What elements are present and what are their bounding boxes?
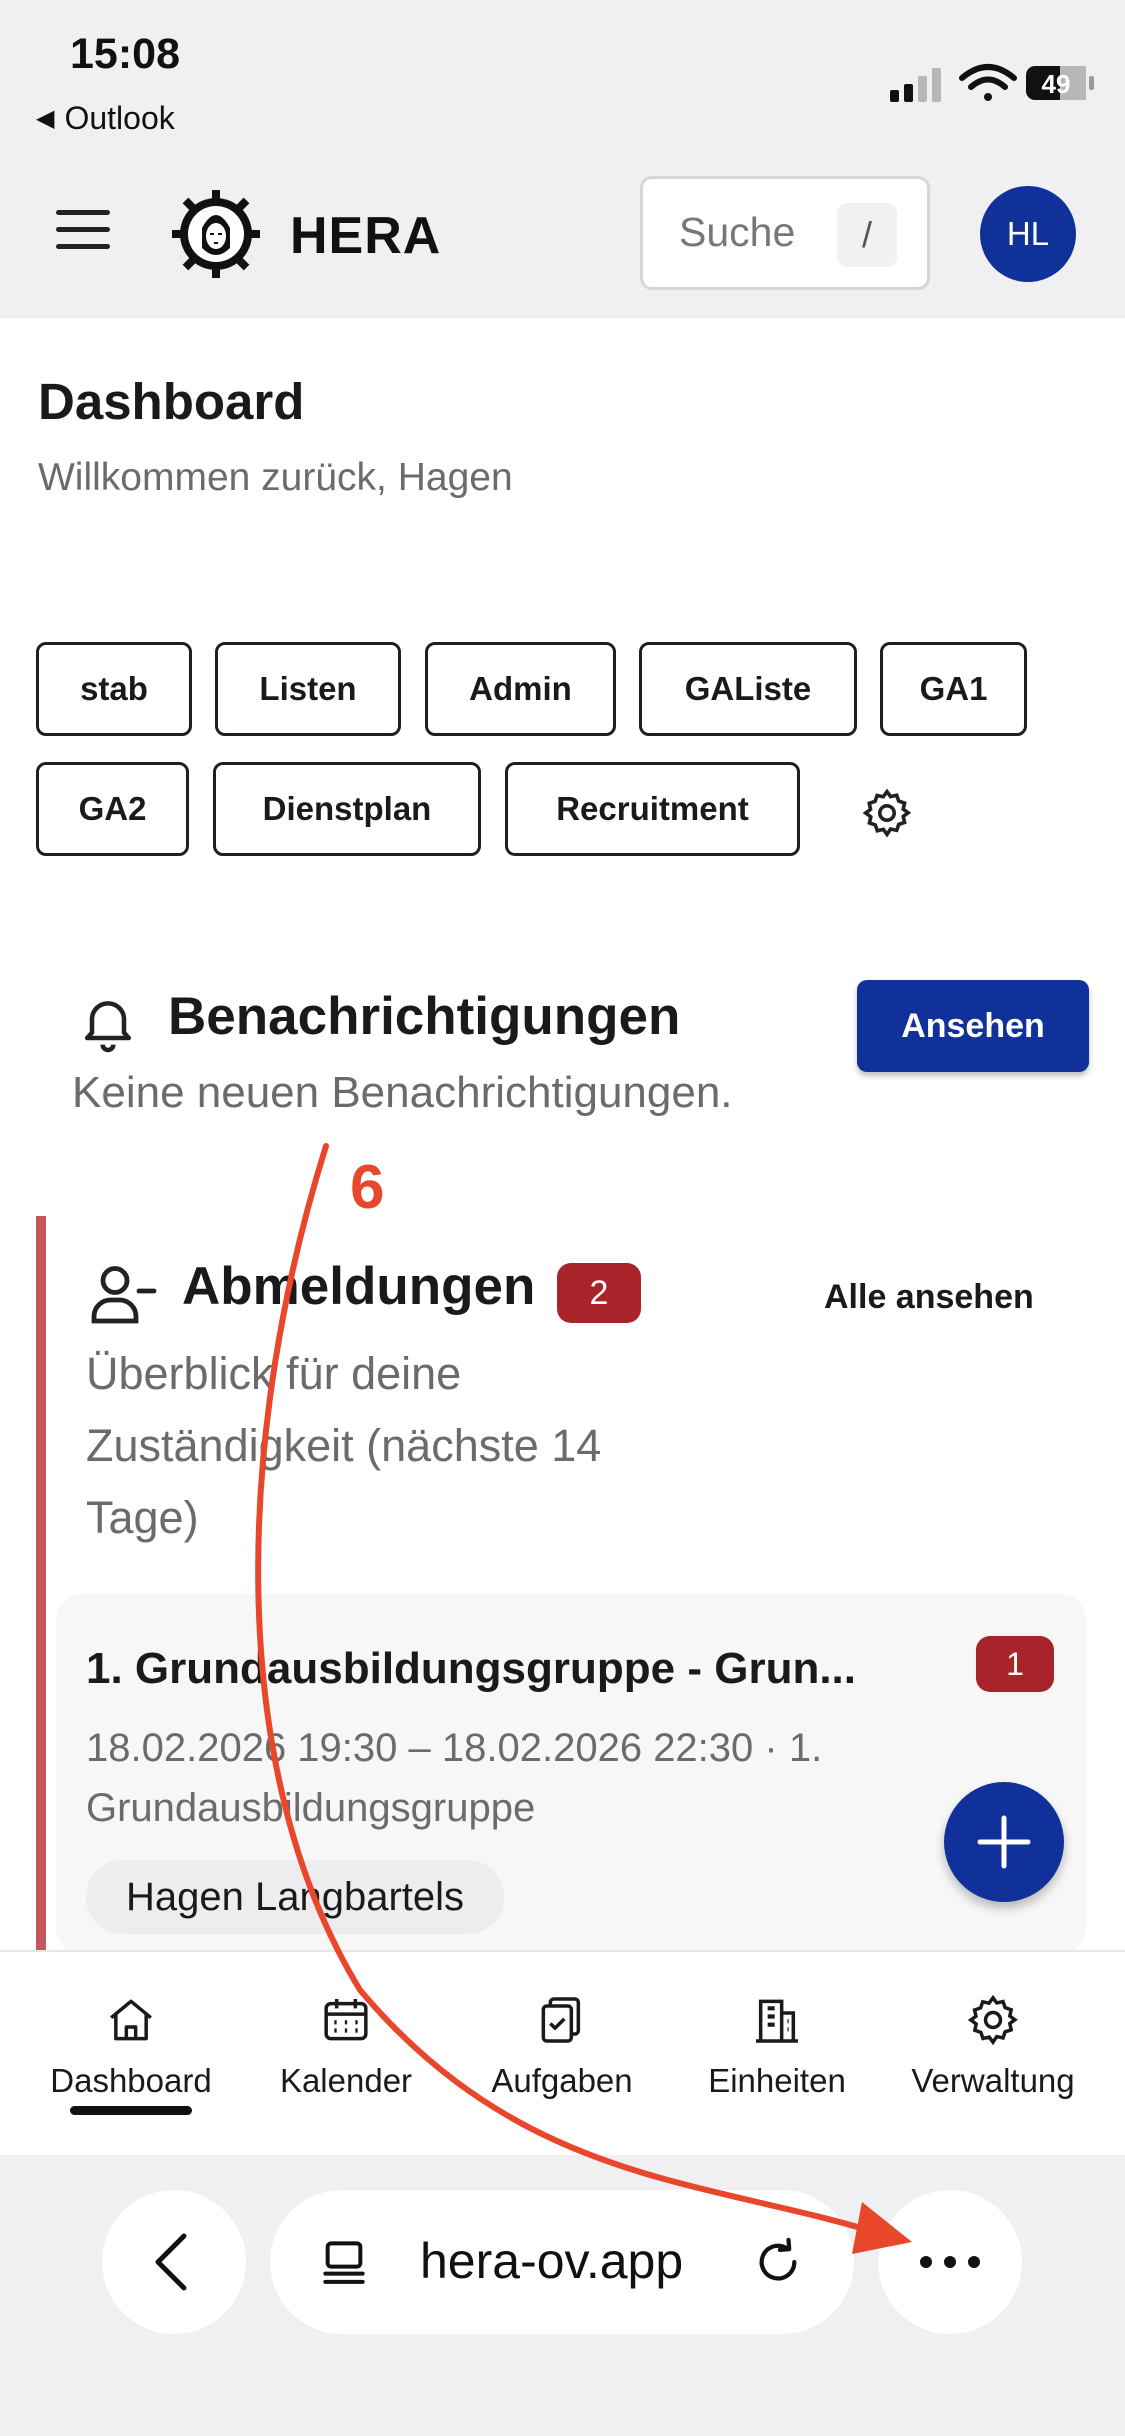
nav-label-verwaltung: Verwaltung xyxy=(911,2062,1075,2099)
nav-item-dashboard[interactable]: Dashboard xyxy=(31,1992,231,2100)
nav-label-kalender: Kalender xyxy=(279,2062,413,2099)
active-tab-indicator xyxy=(70,2106,192,2115)
back-to-app-link[interactable]: ◀ Outlook xyxy=(36,100,175,137)
notifications-empty-text: Keine neuen Benachrichtigungen. xyxy=(72,1068,733,1117)
chip-ga1[interactable]: GA1 xyxy=(880,642,1027,736)
battery-level: 49 xyxy=(1042,69,1071,99)
chip-admin[interactable]: Admin xyxy=(425,642,616,736)
status-time: 15:08 xyxy=(70,30,180,78)
page-menu-icon xyxy=(323,2241,365,2284)
back-app-label: Outlook xyxy=(64,100,175,136)
browser-toolbar: hera-ov.app xyxy=(0,2155,1125,2436)
chip-galiste[interactable]: GAListe xyxy=(639,642,857,736)
back-triangle-icon: ◀ xyxy=(36,105,55,132)
chips-settings-gear-icon[interactable] xyxy=(860,786,914,840)
app-header: 15:08 ◀ Outlook 49 HERA Suche / HL xyxy=(0,0,1125,318)
notifications-title: Benachrichtigungen xyxy=(168,987,681,1046)
nav-label-aufgaben: Aufgaben xyxy=(491,2062,633,2099)
bell-icon xyxy=(84,1001,132,1053)
chip-listen[interactable]: Listen xyxy=(215,642,401,736)
absence-card-title: 1. Grundausbildungsgruppe - Grun... xyxy=(86,1644,856,1693)
nav-item-verwaltung[interactable]: Verwaltung xyxy=(893,1992,1093,2100)
calendar-icon xyxy=(324,1999,368,2041)
annotation-step-number: 6 xyxy=(350,1153,385,1222)
nav-label-einheiten: Einheiten xyxy=(708,2062,846,2099)
battery-icon: 49 xyxy=(1026,66,1094,100)
search-box[interactable]: Suche / xyxy=(640,176,930,290)
search-shortcut-key: / xyxy=(837,203,897,267)
bottom-navigation: Dashboard Kalender Aufgaben Einheiten Ve… xyxy=(0,1950,1125,2157)
reload-icon[interactable] xyxy=(750,2234,806,2290)
absence-person-chip[interactable]: Hagen Langbartels xyxy=(86,1860,505,1934)
view-notifications-button[interactable]: Ansehen xyxy=(857,980,1089,1072)
absence-card-badge: 1 xyxy=(976,1636,1054,1692)
browser-url-text: hera-ov.app xyxy=(420,2233,684,2289)
absences-description: Überblick für deine Zuständigkeit (nächs… xyxy=(86,1348,602,1543)
status-icons: 49 xyxy=(890,64,1094,102)
nav-item-einheiten[interactable]: Einheiten xyxy=(677,1992,877,2100)
chip-stab[interactable]: stab xyxy=(36,642,192,736)
page-subtitle: Willkommen zurück, Hagen xyxy=(38,456,513,499)
nav-item-aufgaben[interactable]: Aufgaben xyxy=(462,1992,662,2100)
nav-item-kalender[interactable]: Kalender xyxy=(246,1992,446,2100)
chip-ga2[interactable]: GA2 xyxy=(36,762,189,856)
add-button[interactable] xyxy=(944,1782,1064,1902)
browser-url-bar[interactable]: hera-ov.app xyxy=(270,2190,854,2334)
absence-card[interactable]: 1. Grundausbildungsgruppe - Grun... 1 18… xyxy=(56,1594,1086,1954)
absences-count-badge: 2 xyxy=(557,1263,641,1323)
tasks-icon xyxy=(541,1997,581,2043)
plus-icon xyxy=(977,1815,1031,1869)
app-title: HERA xyxy=(290,207,442,265)
chevron-left-icon xyxy=(155,2233,187,2291)
building-icon xyxy=(756,1999,798,2043)
cellular-signal-icon xyxy=(890,68,941,102)
chip-dienstplan[interactable]: Dienstplan xyxy=(213,762,481,856)
view-all-absences-link[interactable]: Alle ansehen xyxy=(824,1278,1034,1317)
chip-recruitment[interactable]: Recruitment xyxy=(505,762,800,856)
hera-logo-icon xyxy=(172,190,260,278)
wifi-icon xyxy=(959,64,1017,101)
absences-accent-bar xyxy=(36,1216,46,1952)
page-title: Dashboard xyxy=(38,373,305,430)
search-placeholder: Suche xyxy=(679,209,796,255)
browser-more-button[interactable] xyxy=(878,2190,1022,2334)
menu-icon[interactable] xyxy=(56,210,112,250)
absences-title: Abmeldungen xyxy=(182,1257,536,1316)
user-minus-icon xyxy=(91,1266,157,1324)
more-dots-icon xyxy=(920,2256,980,2268)
absence-card-meta: 18.02.2026 19:30 – 18.02.2026 22:30 · 1.… xyxy=(86,1726,823,1830)
nav-label-dashboard: Dashboard xyxy=(50,2062,212,2099)
user-avatar[interactable]: HL xyxy=(980,186,1076,282)
gear-icon xyxy=(967,1994,1018,2046)
browser-back-button[interactable] xyxy=(102,2190,246,2334)
home-icon xyxy=(110,1999,152,2041)
